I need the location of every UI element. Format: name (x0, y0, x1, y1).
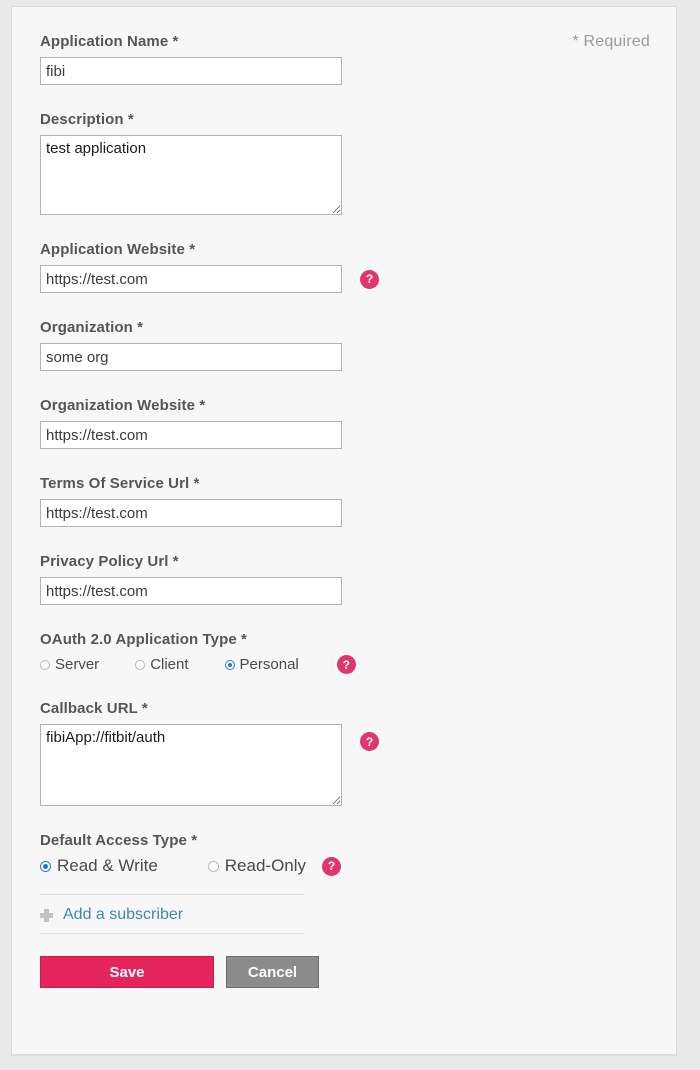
radio-label-server: Server (55, 656, 100, 673)
privacy-policy-url-input[interactable] (40, 577, 342, 605)
radio-option-read-and-write[interactable]: Read & Write (40, 856, 158, 876)
input-row-application-website: ? (40, 265, 640, 293)
input-row-description (40, 135, 640, 215)
input-row-privacy-policy-url (40, 577, 640, 605)
plus-icon (40, 908, 53, 922)
radio-option-personal[interactable]: Personal (224, 656, 299, 673)
form-actions: Save Cancel (40, 956, 640, 988)
help-icon-application-website[interactable]: ? (360, 269, 379, 289)
field-default-access-type: Default Access Type * Read & Write Read-… (40, 832, 640, 876)
save-button[interactable]: Save (40, 956, 214, 988)
label-terms-of-service-url: Terms Of Service Url * (40, 475, 200, 492)
application-website-input[interactable] (40, 265, 342, 293)
radio-label-read-only: Read-Only (224, 856, 307, 875)
input-row-application-name (40, 57, 640, 85)
divider-above-subscriber (40, 894, 305, 895)
field-description: Description * (40, 111, 640, 215)
label-oauth-application-type: OAuth 2.0 Application Type * (40, 631, 247, 648)
label-privacy-policy-url: Privacy Policy Url * (40, 553, 179, 570)
input-row-terms-of-service-url (40, 499, 640, 527)
label-callback-url: Callback URL * (40, 700, 148, 717)
radio-option-server[interactable]: Server (40, 656, 99, 673)
radio-dot-read-only[interactable] (207, 860, 219, 872)
input-row-organization-website (40, 421, 640, 449)
label-default-access-type: Default Access Type * (40, 832, 198, 849)
organization-input[interactable] (40, 343, 342, 371)
callback-url-textarea[interactable] (40, 724, 342, 806)
label-application-website: Application Website * (40, 241, 196, 258)
field-application-name: Application Name * (40, 33, 640, 85)
description-textarea[interactable] (40, 135, 342, 215)
radio-label-read-and-write: Read & Write (57, 856, 158, 875)
add-subscriber-row[interactable]: Add a subscriber (40, 897, 640, 933)
field-organization: Organization * (40, 319, 640, 371)
field-privacy-policy-url: Privacy Policy Url * (40, 553, 640, 605)
field-application-website: Application Website * ? (40, 241, 640, 293)
label-application-name: Application Name * (40, 33, 179, 50)
input-row-organization (40, 343, 640, 371)
radio-dot-read-and-write[interactable] (40, 860, 51, 872)
field-callback-url: Callback URL * ? (40, 700, 640, 806)
help-icon-default-access-type[interactable]: ? (322, 856, 342, 876)
label-organization: Organization * (40, 319, 144, 336)
help-icon-oauth-application-type[interactable]: ? (336, 655, 356, 674)
field-terms-of-service-url: Terms Of Service Url * (40, 475, 640, 527)
radio-label-personal: Personal (239, 656, 299, 673)
application-form: Application Name * Description * Applica… (40, 33, 640, 988)
radio-option-read-only[interactable]: Read-Only (207, 856, 307, 876)
divider-below-subscriber (40, 933, 305, 934)
organization-website-input[interactable] (40, 421, 342, 449)
radio-dot-client[interactable] (135, 659, 146, 670)
application-form-panel: * Required Application Name * Descriptio… (11, 6, 677, 1056)
default-access-type-radio-group: Read & Write Read-Only ? (40, 856, 640, 876)
radio-dot-server[interactable] (40, 659, 50, 670)
oauth-application-type-radio-group: Server Client Personal ? (40, 655, 640, 674)
input-row-callback-url: ? (40, 724, 640, 806)
label-description: Description * (40, 111, 134, 128)
terms-of-service-url-input[interactable] (40, 499, 342, 527)
add-subscriber-link[interactable]: Add a subscriber (63, 906, 183, 924)
label-organization-website: Organization Website * (40, 397, 206, 414)
field-organization-website: Organization Website * (40, 397, 640, 449)
radio-label-client: Client (150, 656, 189, 673)
cancel-button[interactable]: Cancel (226, 956, 319, 988)
application-name-input[interactable] (40, 57, 342, 85)
help-icon-callback-url[interactable]: ? (360, 732, 379, 751)
field-oauth-application-type: OAuth 2.0 Application Type * Server Clie… (40, 631, 640, 674)
radio-option-client[interactable]: Client (135, 656, 189, 673)
radio-dot-personal[interactable] (224, 659, 235, 670)
